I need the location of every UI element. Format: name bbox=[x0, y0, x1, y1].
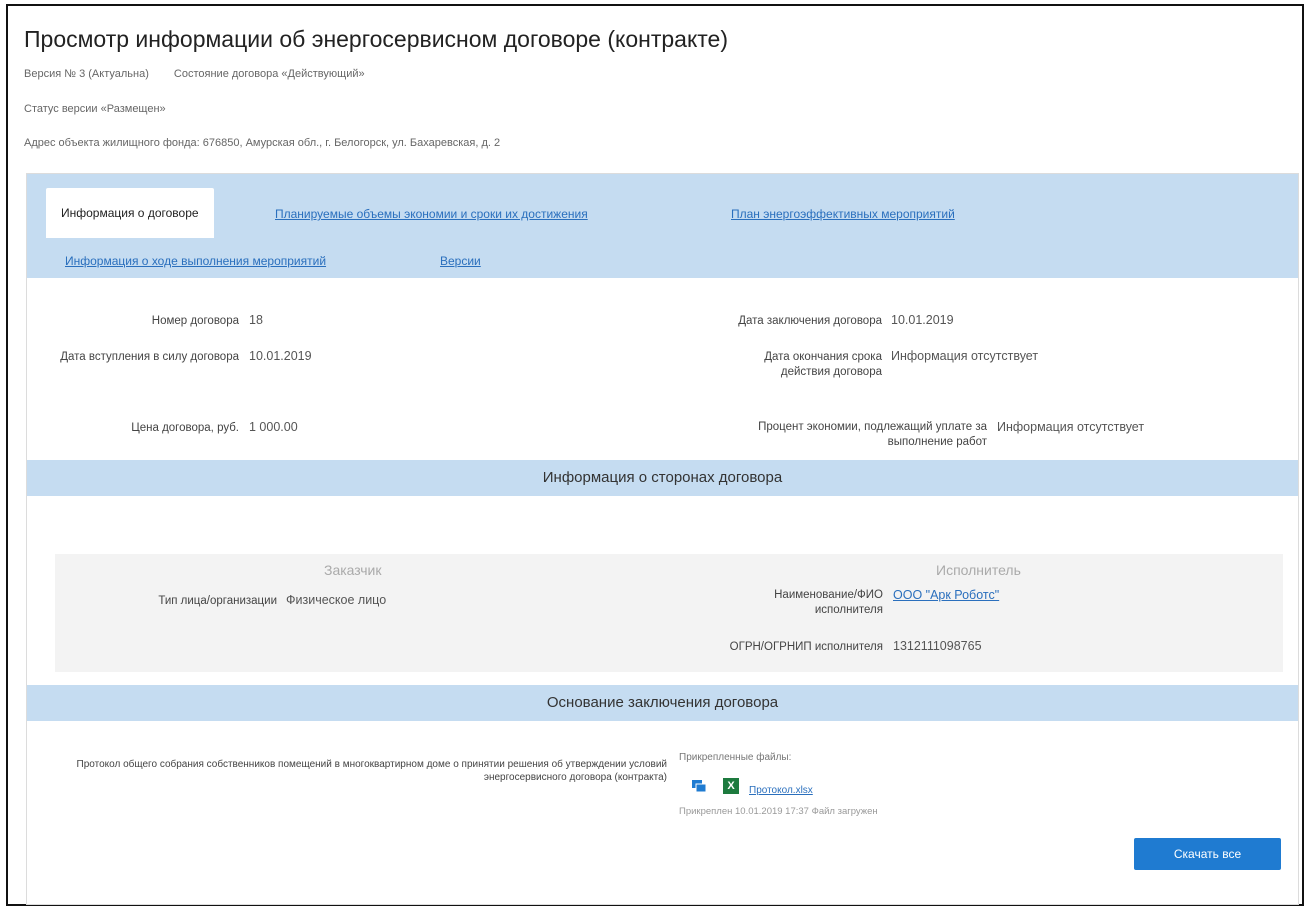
executor-ogrn-value: 1312111098765 bbox=[893, 639, 982, 653]
basis-section-header: Основание заключения договора bbox=[27, 685, 1298, 721]
download-all-button[interactable]: Скачать все bbox=[1134, 838, 1281, 870]
savings-percent-value: Информация отсутствует bbox=[997, 420, 1145, 434]
end-date-value: Информация отсутствует bbox=[891, 349, 1039, 363]
effective-date-value: 10.01.2019 bbox=[249, 349, 312, 363]
contract-number-value: 18 bbox=[249, 313, 263, 327]
executor-ogrn-label: ОГРН/ОГРНИП исполнителя bbox=[729, 641, 883, 653]
customer-type-label: Тип лица/организации bbox=[158, 595, 277, 607]
parties-block: Заказчик Тип лица/организации Физическое… bbox=[55, 554, 1283, 672]
conclusion-date-value: 10.01.2019 bbox=[891, 313, 954, 327]
executor-header: Исполнитель bbox=[936, 562, 1021, 578]
version-status: Статус версии «Размещен» bbox=[24, 103, 166, 115]
tab-contract-info[interactable]: Информация о договоре bbox=[46, 188, 214, 238]
executor-name-label: Наименование/ФИО исполнителя bbox=[774, 589, 883, 616]
end-date-label: Дата окончания срока действия договора bbox=[764, 351, 882, 378]
contract-state: Состояние договора «Действующий» bbox=[173, 68, 365, 80]
tab-progress[interactable]: Информация о ходе выполнения мероприятий bbox=[65, 254, 326, 268]
tab-planned-savings[interactable]: Планируемые объемы экономии и сроки их д… bbox=[275, 207, 588, 221]
object-address: Адрес объекта жилищного фонда: 676850, А… bbox=[24, 137, 501, 149]
parties-section-header: Информация о сторонах договора bbox=[27, 460, 1298, 496]
file-link[interactable]: Протокол.xlsx bbox=[749, 785, 813, 796]
version-label: Версия № 3 (Актуальна) bbox=[24, 68, 149, 80]
version-line: Версия № 3 (Актуальна) Состояние договор… bbox=[24, 68, 387, 80]
window-frame: Просмотр информации об энергосервисном д… bbox=[6, 4, 1304, 906]
protocol-label: Протокол общего собрания собственников п… bbox=[76, 759, 667, 783]
price-value: 1 000.00 bbox=[249, 420, 298, 434]
tab-efficiency-plan[interactable]: План энергоэффективных мероприятий bbox=[731, 207, 955, 221]
file-link-wrap[interactable]: Протокол.xlsx bbox=[749, 783, 813, 798]
contract-card: Информация о договоре Планируемые объемы… bbox=[26, 173, 1299, 905]
monitor-icon[interactable] bbox=[691, 778, 707, 794]
conclusion-date-label: Дата заключения договора bbox=[738, 315, 882, 327]
customer-header: Заказчик bbox=[324, 562, 382, 578]
excel-file-icon: X bbox=[723, 778, 739, 794]
file-info: Прикреплен 10.01.2019 17:37 Файл загруже… bbox=[679, 806, 878, 817]
attached-files-label: Прикрепленные файлы: bbox=[679, 752, 792, 763]
page-title: Просмотр информации об энергосервисном д… bbox=[24, 26, 728, 52]
tab-bar: Информация о договоре Планируемые объемы… bbox=[27, 174, 1298, 278]
executor-name-value[interactable]: ООО "Арк Роботс" bbox=[893, 588, 999, 603]
contract-number-label: Номер договора bbox=[151, 315, 239, 327]
effective-date-label: Дата вступления в силу договора bbox=[60, 351, 239, 363]
savings-percent-label: Процент экономии, подлежащий уплате за в… bbox=[758, 421, 987, 448]
tab-versions[interactable]: Версии bbox=[440, 254, 481, 268]
price-label: Цена договора, руб. bbox=[131, 422, 239, 434]
executor-name-link[interactable]: ООО "Арк Роботс" bbox=[893, 588, 999, 602]
customer-type-value: Физическое лицо bbox=[286, 593, 387, 607]
